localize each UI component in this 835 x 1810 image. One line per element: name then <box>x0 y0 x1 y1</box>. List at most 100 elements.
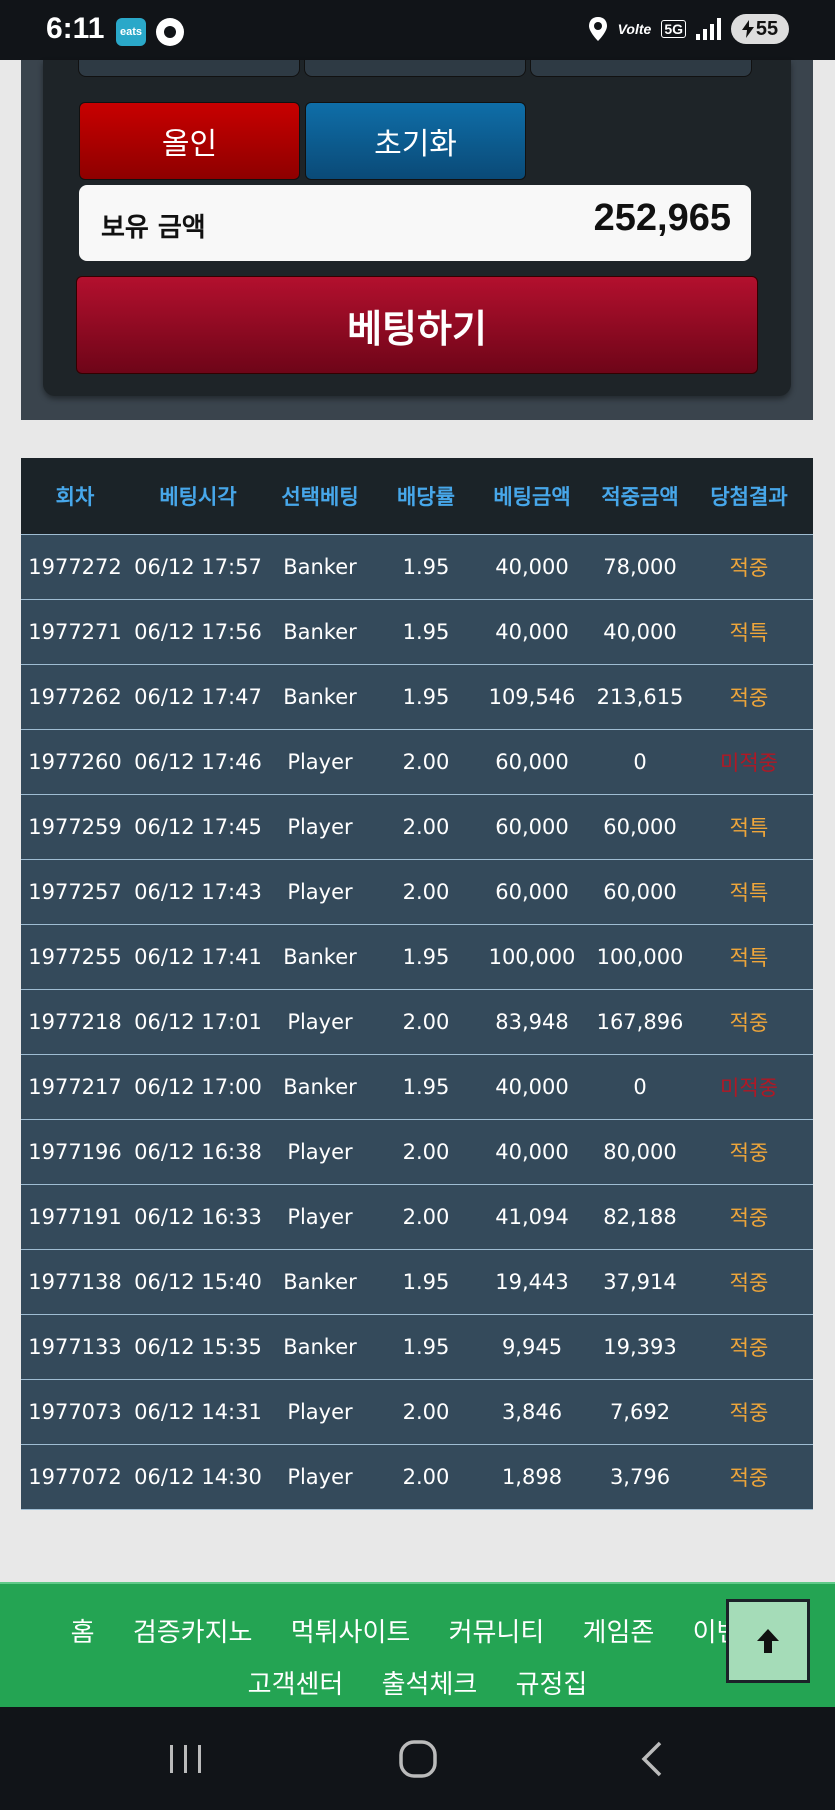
cell-result: 적특 <box>729 816 769 840</box>
cell-result: 적중 <box>729 1206 769 1230</box>
cell-pick: Banker <box>283 1075 357 1099</box>
nav-game-zone[interactable]: 게임존 <box>583 1618 655 1648</box>
cell-bet-amount: 40,000 <box>495 555 569 579</box>
cell-odds: 2.00 <box>402 880 450 904</box>
table-row: 1977196 06/12 16:38 Player 2.00 40,000 80,000… <box>21 1119 813 1184</box>
network-5g-icon: 5G <box>661 20 686 38</box>
cell-round: 1977257 <box>28 880 122 904</box>
cell-odds: 1.95 <box>402 1335 450 1359</box>
table-row: 1977073 06/12 14:31 Player 2.00 3,846 7,692 적중 <box>21 1379 813 1444</box>
chip-button-stub[interactable] <box>304 60 526 77</box>
table-header: 회차 베팅시각 선택베팅 배당률 베팅금액 적중금액 당첨결과 <box>21 458 813 534</box>
table-row: 1977262 06/12 17:47 Banker 1.95 109,546 213,6… <box>21 664 813 729</box>
cell-odds: 2.00 <box>402 1140 450 1164</box>
eats-app-icon: eats <box>116 18 146 46</box>
cell-odds: 1.95 <box>402 685 450 709</box>
nav-scam-sites[interactable]: 먹튀사이트 <box>291 1618 411 1648</box>
system-nav-bar <box>0 1707 835 1810</box>
allin-button[interactable]: 올인 <box>79 102 300 180</box>
scroll-top-button[interactable] <box>726 1599 810 1683</box>
cell-bet-amount: 40,000 <box>495 620 569 644</box>
cell-odds: 1.95 <box>402 945 450 969</box>
cell-win-amount: 100,000 <box>596 945 684 969</box>
charging-bolt-icon <box>741 20 754 38</box>
cell-pick: Banker <box>283 685 357 709</box>
cell-pick: Banker <box>283 1270 357 1294</box>
cell-round: 1977271 <box>28 620 122 644</box>
table-row: 1977260 06/12 17:46 Player 2.00 60,000 0 미적중 <box>21 729 813 794</box>
cell-bet-amount: 40,000 <box>495 1075 569 1099</box>
nav-verified-casino[interactable]: 검증카지노 <box>133 1618 253 1648</box>
cell-result: 적특 <box>729 881 769 905</box>
cell-time: 06/12 14:30 <box>134 1465 262 1489</box>
cell-odds: 1.95 <box>402 1075 450 1099</box>
cell-time: 06/12 15:40 <box>134 1270 262 1294</box>
cell-bet-amount: 83,948 <box>495 1010 569 1034</box>
nav-attendance[interactable]: 출석체크 <box>382 1670 478 1700</box>
cell-win-amount: 19,393 <box>603 1335 677 1359</box>
table-row: 1977217 06/12 17:00 Banker 1.95 40,000 0 미적중 <box>21 1054 813 1119</box>
cell-pick: Banker <box>283 555 357 579</box>
header-pick: 선택베팅 <box>281 485 359 509</box>
cell-bet-amount: 1,898 <box>501 1465 563 1489</box>
cell-time: 06/12 17:46 <box>134 750 262 774</box>
cell-pick: Player <box>287 880 353 904</box>
header-win-amount: 적중금액 <box>601 485 679 509</box>
cell-win-amount: 3,796 <box>609 1465 671 1489</box>
cell-win-amount: 167,896 <box>596 1010 684 1034</box>
location-icon <box>588 17 607 41</box>
cell-win-amount: 40,000 <box>603 620 677 644</box>
header-result: 당첨결과 <box>710 485 788 509</box>
cell-odds: 2.00 <box>402 1010 450 1034</box>
cell-odds: 2.00 <box>402 1205 450 1229</box>
cell-time: 06/12 16:38 <box>134 1140 262 1164</box>
cell-pick: Player <box>287 750 353 774</box>
recent-apps-icon[interactable] <box>166 1739 206 1779</box>
balance-label: 보유 금액 <box>101 213 206 243</box>
place-bet-button[interactable]: 베팅하기 <box>76 276 758 374</box>
cell-result: 적중 <box>729 686 769 710</box>
cell-round: 1977133 <box>28 1335 122 1359</box>
cell-bet-amount: 9,945 <box>501 1335 563 1359</box>
balance-value: 252,965 <box>593 197 731 239</box>
cell-bet-amount: 100,000 <box>488 945 576 969</box>
chip-button-stub[interactable] <box>78 60 300 77</box>
nav-rules[interactable]: 규정집 <box>516 1670 588 1700</box>
chip-button-stub[interactable] <box>530 60 752 77</box>
table-row: 1977255 06/12 17:41 Banker 1.95 100,000 100,0… <box>21 924 813 989</box>
reset-button[interactable]: 초기화 <box>305 102 526 180</box>
cell-win-amount: 82,188 <box>603 1205 677 1229</box>
status-bar: 6:11 eats Volte 5G 55 <box>0 0 835 60</box>
nav-community[interactable]: 커뮤니티 <box>449 1618 545 1648</box>
header-time: 베팅시각 <box>159 485 237 509</box>
cell-result: 적특 <box>729 946 769 970</box>
cell-bet-amount: 60,000 <box>495 815 569 839</box>
cell-bet-amount: 40,000 <box>495 1140 569 1164</box>
cell-result: 적중 <box>729 1466 769 1490</box>
cell-win-amount: 7,692 <box>609 1400 671 1424</box>
home-circle-icon[interactable] <box>398 1739 438 1779</box>
cell-pick: Player <box>287 1140 353 1164</box>
cell-odds: 2.00 <box>402 1465 450 1489</box>
cell-win-amount: 0 <box>633 750 647 774</box>
cell-time: 06/12 17:01 <box>134 1010 262 1034</box>
nav-customer-center[interactable]: 고객센터 <box>248 1670 344 1700</box>
cell-time: 06/12 17:41 <box>134 945 262 969</box>
cell-round: 1977073 <box>28 1400 122 1424</box>
cell-odds: 1.95 <box>402 555 450 579</box>
cell-result: 적중 <box>729 1011 769 1035</box>
cell-time: 06/12 17:57 <box>134 555 262 579</box>
signal-icon <box>696 18 721 40</box>
cell-bet-amount: 19,443 <box>495 1270 569 1294</box>
back-chevron-icon[interactable] <box>632 1739 672 1779</box>
cell-time: 06/12 17:00 <box>134 1075 262 1099</box>
cell-time: 06/12 17:56 <box>134 620 262 644</box>
cell-win-amount: 0 <box>633 1075 647 1099</box>
cell-result: 적중 <box>729 1271 769 1295</box>
battery-level: 55 <box>755 17 779 40</box>
nav-home[interactable]: 홈 <box>71 1618 95 1648</box>
cell-result: 적중 <box>729 1141 769 1165</box>
cell-round: 1977218 <box>28 1010 122 1034</box>
cell-bet-amount: 60,000 <box>495 880 569 904</box>
cell-round: 1977255 <box>28 945 122 969</box>
